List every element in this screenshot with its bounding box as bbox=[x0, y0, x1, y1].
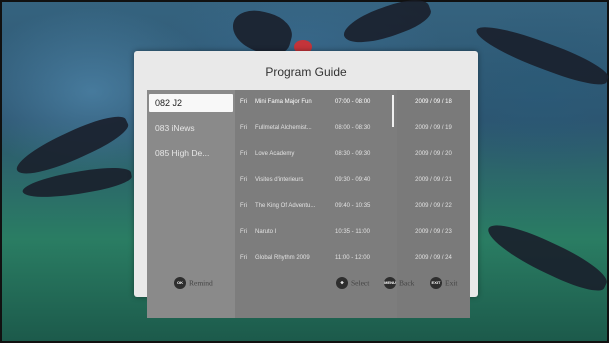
dialog-title: Program Guide bbox=[265, 65, 347, 79]
dpad-icon: ✥ bbox=[336, 277, 348, 290]
select-label: Select bbox=[351, 278, 370, 288]
remind-label: Remind bbox=[189, 278, 213, 288]
program-time: 11:00 - 12:00 bbox=[335, 255, 370, 261]
scrollbar[interactable] bbox=[392, 95, 394, 127]
program-name: Love Academy bbox=[255, 151, 295, 157]
select-key[interactable]: ✥ Select bbox=[336, 276, 369, 290]
program-day: Fri bbox=[240, 99, 247, 105]
program-day: Fri bbox=[240, 151, 247, 157]
program-row[interactable]: Fri Visites d'interieurs 09:30 - 09:40 bbox=[235, 168, 397, 193]
program-name: Fullmetal Alchemist... bbox=[255, 125, 312, 131]
program-row[interactable]: Fri Fullmetal Alchemist... 08:00 - 08:30 bbox=[235, 116, 397, 141]
remind-key[interactable]: OK Remind bbox=[174, 276, 213, 290]
program-name: Global Rhythm 2009 bbox=[255, 255, 310, 261]
program-day: Fri bbox=[240, 177, 247, 183]
program-row[interactable]: Fri Mini Fama Major Fun 07:00 - 08:00 bbox=[235, 90, 397, 115]
exit-key[interactable]: EXIT Exit bbox=[430, 276, 458, 290]
channel-item[interactable]: 082 J2 bbox=[149, 94, 233, 112]
program-time: 09:30 - 09:40 bbox=[335, 177, 371, 183]
channel-item[interactable]: 083 iNews bbox=[149, 119, 233, 137]
program-date: 2009 / 09 / 24 bbox=[415, 255, 452, 261]
program-row[interactable]: Fri Global Rhythm 2009 11:00 - 12:00 bbox=[235, 246, 397, 271]
channel-item[interactable]: 085 High De... bbox=[149, 144, 233, 162]
program-date: 2009 / 09 / 19 bbox=[415, 125, 452, 131]
footer-keys: OK Remind ✥ Select MENU Back EXIT Exit bbox=[134, 271, 478, 297]
program-time: 10:35 - 11:00 bbox=[335, 229, 370, 235]
program-row[interactable]: Fri Naruto I 10:35 - 11:00 bbox=[235, 220, 397, 245]
program-row[interactable]: Fri Love Academy 08:30 - 09:30 bbox=[235, 142, 397, 167]
program-time: 08:00 - 08:30 bbox=[335, 125, 371, 131]
ok-button-icon: OK bbox=[174, 277, 186, 290]
program-name: Naruto I bbox=[255, 229, 277, 235]
program-time: 07:00 - 08:00 bbox=[335, 99, 371, 105]
program-day: Fri bbox=[240, 125, 247, 131]
program-time: 09:40 - 10:35 bbox=[335, 203, 371, 209]
program-day: Fri bbox=[240, 255, 247, 261]
exit-button-icon: EXIT bbox=[430, 277, 442, 290]
back-key[interactable]: MENU Back bbox=[384, 276, 414, 290]
program-name: Mini Fama Major Fun bbox=[255, 99, 312, 105]
program-date: 2009 / 09 / 20 bbox=[415, 151, 452, 157]
wing-shape bbox=[471, 18, 609, 92]
program-name: Visites d'interieurs bbox=[255, 177, 304, 183]
program-date: 2009 / 09 / 23 bbox=[415, 229, 452, 235]
back-label: Back bbox=[399, 278, 415, 288]
program-guide-dialog: Program Guide 082 J2 083 iNews 085 High … bbox=[134, 51, 478, 318]
wing-shape bbox=[339, 0, 435, 52]
program-time: 08:30 - 09:30 bbox=[335, 151, 371, 157]
wing-shape bbox=[481, 215, 609, 299]
program-date: 2009 / 09 / 21 bbox=[415, 177, 452, 183]
program-date: 2009 / 09 / 22 bbox=[415, 203, 452, 209]
program-date: 2009 / 09 / 18 bbox=[415, 99, 452, 105]
program-name: The King Of Adventu... bbox=[255, 203, 316, 209]
program-day: Fri bbox=[240, 229, 247, 235]
program-day: Fri bbox=[240, 203, 247, 209]
program-row[interactable]: Fri The King Of Adventu... 09:40 - 10:35 bbox=[235, 194, 397, 219]
exit-label: Exit bbox=[445, 278, 458, 288]
menu-button-icon: MENU bbox=[384, 277, 396, 290]
